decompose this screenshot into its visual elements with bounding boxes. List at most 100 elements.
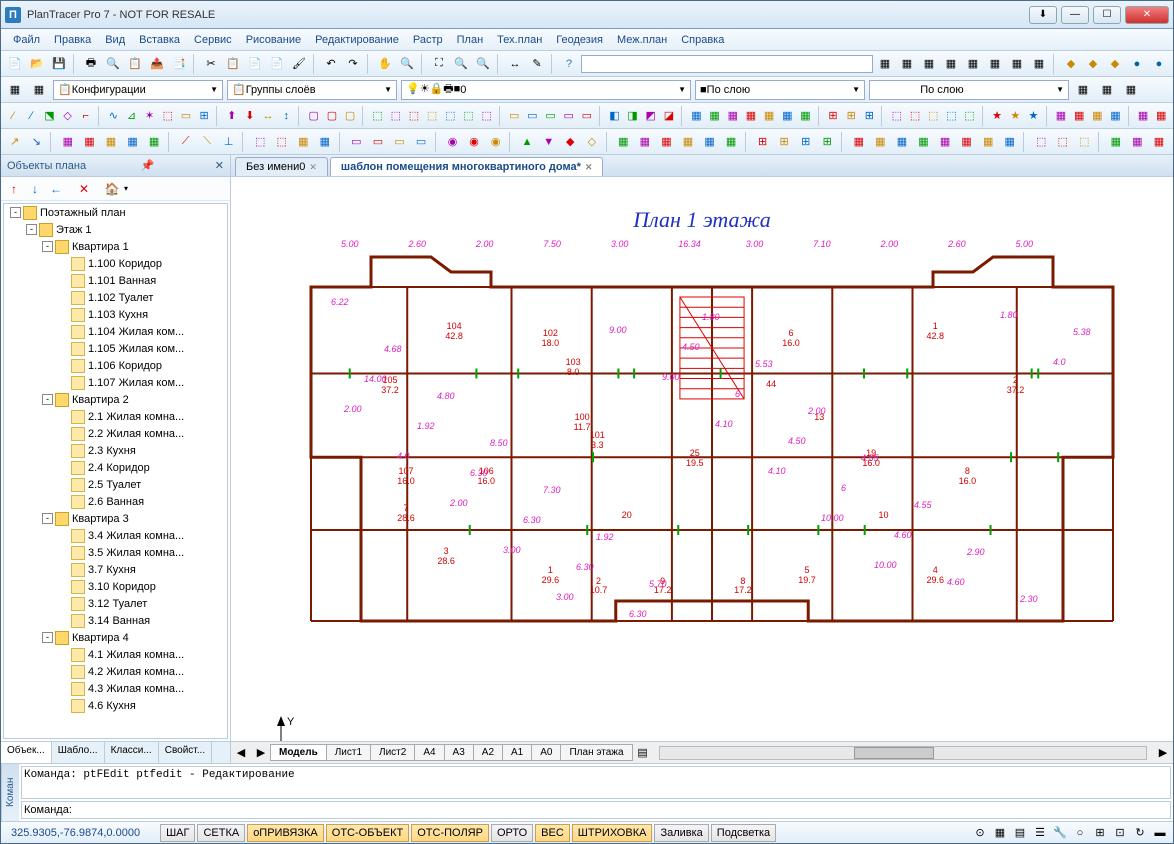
zoom-icon[interactable]: 🔍 <box>397 54 417 74</box>
tbplan-btn-46[interactable]: ▦ <box>892 132 912 152</box>
st9-icon[interactable]: ↻ <box>1131 824 1149 842</box>
tbdraw-btn-13[interactable]: ⬆ <box>224 106 240 126</box>
layer-combo[interactable]: 💡☀🔒🖶■ 0▼ <box>401 80 691 100</box>
tbdraw-btn-0[interactable]: ∕ <box>5 106 21 126</box>
drawing-canvas[interactable]: План 1 этажа 5.002.602.007.503.0016.343.… <box>231 177 1173 741</box>
groups-combo[interactable]: 📋 Группы слоёв▼ <box>227 80 397 100</box>
tbdraw-btn-25[interactable]: ⬚ <box>424 106 440 126</box>
menu-Справка[interactable]: Справка <box>675 32 730 48</box>
status-toggle-ШАГ[interactable]: ШАГ <box>160 824 195 842</box>
model-tab[interactable]: План этажа <box>560 744 632 761</box>
ltype-combo[interactable]: По слою▼ <box>869 80 1069 100</box>
tree-node[interactable]: -Квартира 1 <box>4 238 227 255</box>
tbdraw-btn-45[interactable]: ▦ <box>761 106 777 126</box>
doc-tab[interactable]: шаблон помещения многоквартиного дома*✕ <box>330 157 604 176</box>
tbdraw-btn-8[interactable]: ✶ <box>142 106 158 126</box>
tbdraw-btn-18[interactable]: ▢ <box>306 106 322 126</box>
st6-icon[interactable]: ○ <box>1071 824 1089 842</box>
tbplan-btn-58[interactable]: ▦ <box>1128 132 1148 152</box>
delete-icon[interactable]: ✕ <box>75 180 93 198</box>
tbplan-btn-51[interactable]: ▦ <box>1000 132 1020 152</box>
tbdraw-btn-65[interactable]: ▦ <box>1089 106 1105 126</box>
tree-node[interactable]: 1.100 Коридор <box>4 255 227 272</box>
sh5-icon[interactable]: ● <box>1149 54 1169 74</box>
menu-Геодезия[interactable]: Геодезия <box>550 32 609 48</box>
tree-node[interactable]: 3.12 Туалет <box>4 595 227 612</box>
object-tree[interactable]: -Поэтажный план-Этаж 1-Квартира 11.100 К… <box>3 203 228 739</box>
tbplan-btn-5[interactable]: ▦ <box>101 132 121 152</box>
t1-icon[interactable]: ▦ <box>875 54 895 74</box>
tree-node[interactable]: -Поэтажный план <box>4 204 227 221</box>
tbplan-btn-34[interactable]: ▦ <box>657 132 677 152</box>
export-icon[interactable]: 📑 <box>169 54 189 74</box>
tbplan-btn-48[interactable]: ▦ <box>935 132 955 152</box>
menu-Растр[interactable]: Растр <box>407 32 449 48</box>
tbdraw-btn-53[interactable]: ⬚ <box>889 106 905 126</box>
l3-icon[interactable]: ▦ <box>1121 80 1141 100</box>
edit-icon[interactable]: ✎ <box>527 54 547 74</box>
tbdraw-btn-4[interactable]: ⌐ <box>78 106 94 126</box>
tree-node[interactable]: 1.106 Коридор <box>4 357 227 374</box>
tbplan-btn-10[interactable]: ⟍ <box>197 132 217 152</box>
tbdraw-btn-33[interactable]: ▭ <box>561 106 577 126</box>
tab-add-icon[interactable]: ▤ <box>633 743 653 763</box>
tree-node[interactable]: 1.104 Жилая ком... <box>4 323 227 340</box>
tbplan-btn-27[interactable]: ▲ <box>517 132 537 152</box>
tbdraw-btn-44[interactable]: ▦ <box>743 106 759 126</box>
tbplan-btn-47[interactable]: ▦ <box>914 132 934 152</box>
tree-node[interactable]: 4.2 Жилая комна... <box>4 663 227 680</box>
tbdraw-btn-30[interactable]: ▭ <box>506 106 522 126</box>
tbplan-btn-20[interactable]: ▭ <box>390 132 410 152</box>
sh4-icon[interactable]: ● <box>1127 54 1147 74</box>
tree-node[interactable]: 2.2 Жилая комна... <box>4 425 227 442</box>
tbplan-btn-3[interactable]: ▦ <box>58 132 78 152</box>
tbdraw-btn-16[interactable]: ↕ <box>278 106 294 126</box>
t7-icon[interactable]: ▦ <box>1007 54 1027 74</box>
redo-icon[interactable]: ↷ <box>343 54 363 74</box>
tbplan-btn-6[interactable]: ▦ <box>123 132 143 152</box>
tbdraw-btn-43[interactable]: ▦ <box>725 106 741 126</box>
hscrollbar[interactable] <box>659 746 1147 760</box>
tbdraw-btn-49[interactable]: ⊞ <box>825 106 841 126</box>
tree-node[interactable]: 3.10 Коридор <box>4 578 227 595</box>
tbplan-btn-4[interactable]: ▦ <box>80 132 100 152</box>
config-combo[interactable]: 📋 Конфигурации▼ <box>53 80 223 100</box>
zoomwin-icon[interactable]: ⛶ <box>429 54 449 74</box>
tbdraw-btn-6[interactable]: ∿ <box>105 106 121 126</box>
tree-node[interactable]: 3.4 Жилая комна... <box>4 527 227 544</box>
tbdraw-btn-42[interactable]: ▦ <box>707 106 723 126</box>
up-icon[interactable]: ↑ <box>5 180 23 198</box>
help-button[interactable]: ⬇ <box>1029 6 1057 24</box>
panel-tab[interactable]: Свойст... <box>159 742 212 763</box>
search-input[interactable] <box>581 55 873 73</box>
expand-icon[interactable]: - <box>42 632 53 643</box>
tbdraw-btn-23[interactable]: ⬚ <box>388 106 404 126</box>
st1-icon[interactable]: ⊙ <box>971 824 989 842</box>
model-tab[interactable]: Лист1 <box>326 744 371 761</box>
tbdraw-btn-10[interactable]: ▭ <box>178 106 194 126</box>
tree-node[interactable]: -Квартира 3 <box>4 510 227 527</box>
brush-icon[interactable]: 🖌 <box>289 54 309 74</box>
tbdraw-btn-57[interactable]: ⬚ <box>961 106 977 126</box>
menu-Рисование[interactable]: Рисование <box>240 32 307 48</box>
tree-node[interactable]: 1.103 Кухня <box>4 306 227 323</box>
tbplan-btn-36[interactable]: ▦ <box>700 132 720 152</box>
tbplan-btn-45[interactable]: ▦ <box>871 132 891 152</box>
tbdraw-btn-51[interactable]: ⊞ <box>861 106 877 126</box>
menu-Правка[interactable]: Правка <box>48 32 97 48</box>
tbplan-btn-21[interactable]: ▭ <box>411 132 431 152</box>
tbdraw-btn-20[interactable]: ▢ <box>342 106 358 126</box>
tbplan-btn-32[interactable]: ▦ <box>614 132 634 152</box>
tree-node[interactable]: 1.101 Ванная <box>4 272 227 289</box>
tbdraw-btn-63[interactable]: ▦ <box>1053 106 1069 126</box>
tbplan-btn-49[interactable]: ▦ <box>957 132 977 152</box>
tree-node[interactable]: -Этаж 1 <box>4 221 227 238</box>
tbplan-btn-57[interactable]: ▦ <box>1106 132 1126 152</box>
tbdraw-btn-41[interactable]: ▦ <box>688 106 704 126</box>
st8-icon[interactable]: ⊡ <box>1111 824 1129 842</box>
tbplan-btn-9[interactable]: ⟋ <box>176 132 196 152</box>
l2-icon[interactable]: ▦ <box>1097 80 1117 100</box>
t4-icon[interactable]: ▦ <box>941 54 961 74</box>
back-icon[interactable]: ← <box>47 180 65 198</box>
tbdraw-btn-26[interactable]: ⬚ <box>442 106 458 126</box>
